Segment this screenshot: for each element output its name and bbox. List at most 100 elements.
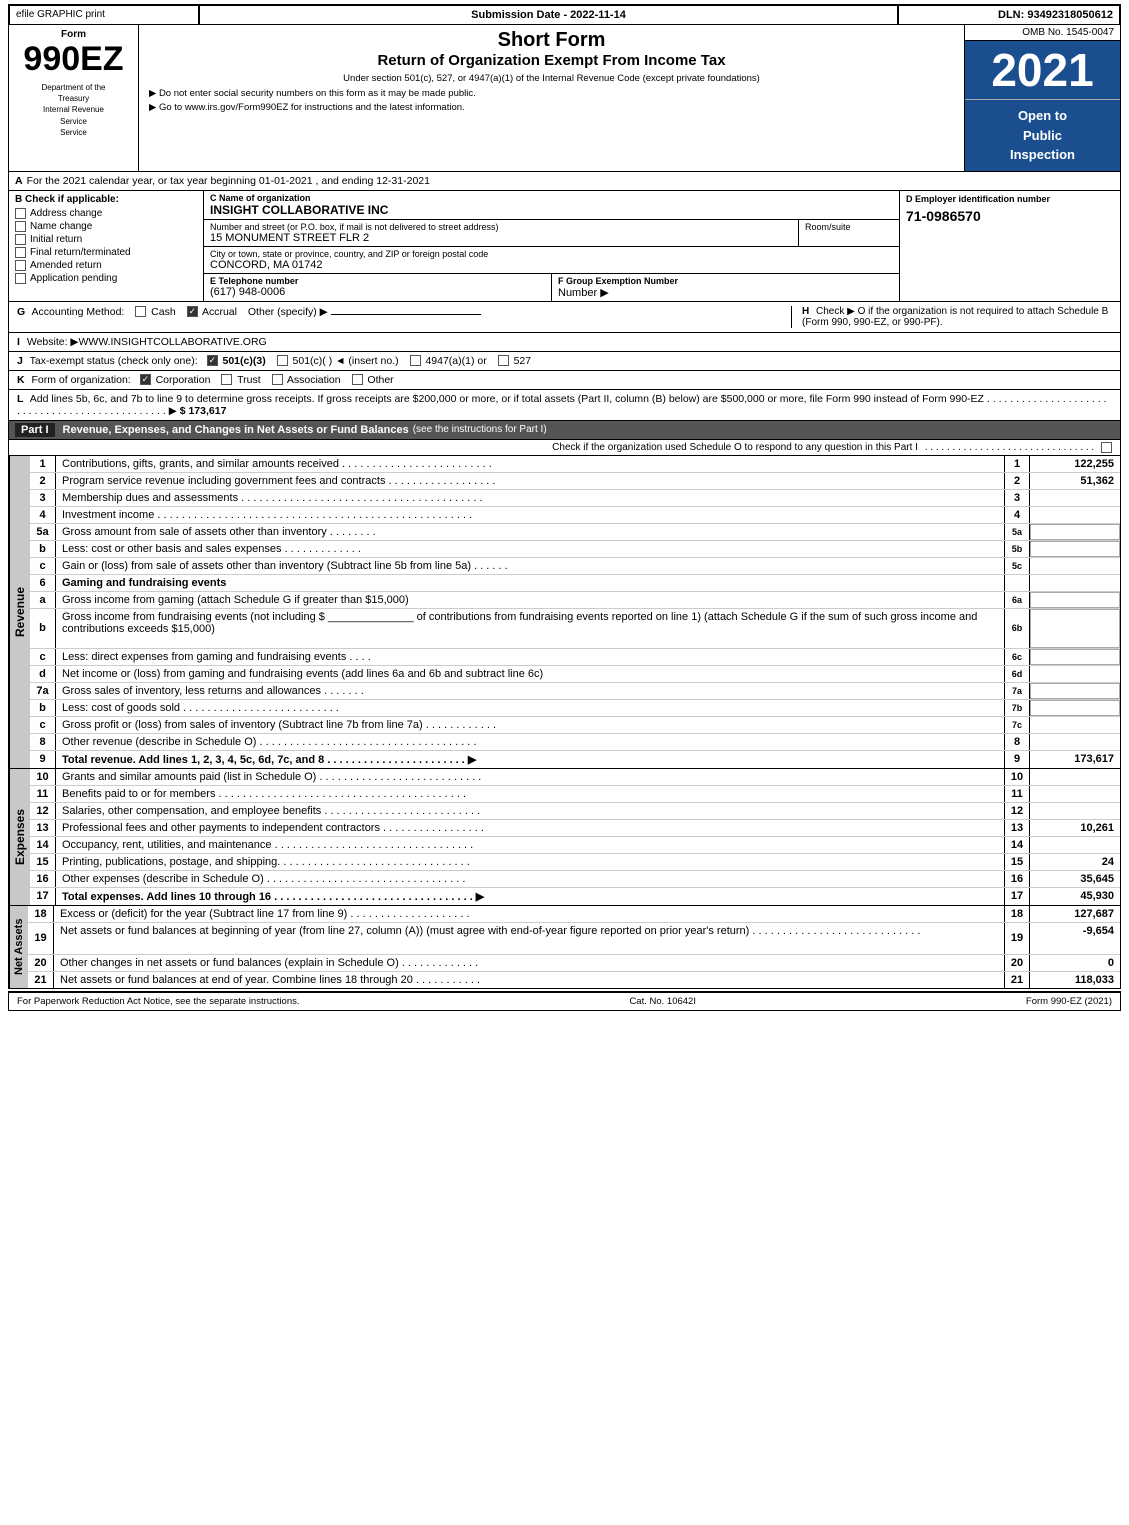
check-initial-return: Initial return <box>15 234 197 245</box>
line-21-linenum: 21 <box>1004 972 1030 988</box>
check-initial-return-box[interactable] <box>15 234 26 245</box>
line-9-label: Total revenue. Add lines 1, 2, 3, 4, 5c,… <box>56 751 1004 768</box>
line-3-amount <box>1030 490 1120 506</box>
revenue-row-5a: 5a Gross amount from sale of assets othe… <box>30 524 1120 541</box>
form-label: Form <box>61 29 86 40</box>
line-6c-label: Less: direct expenses from gaming and fu… <box>56 649 1004 665</box>
net-row-18: 18 Excess or (deficit) for the year (Sub… <box>28 906 1120 923</box>
k-other: Other <box>352 374 394 386</box>
line-12-linenum: 12 <box>1004 803 1030 819</box>
j-501c3-option: ✓ 501(c)(3) <box>207 355 269 367</box>
line-6-label: Gaming and fundraising events <box>56 575 1004 591</box>
line-6b-label: Gross income from fundraising events (no… <box>56 609 1004 648</box>
other-option: Other (specify) ▶ <box>248 306 328 318</box>
line-6-linenum <box>1004 575 1030 591</box>
line-11-linenum: 11 <box>1004 786 1030 802</box>
line-6b-sublabel: 6b <box>1004 609 1030 648</box>
section-k-text: Form of organization: <box>32 374 131 386</box>
accrual-checkbox[interactable]: ✓ <box>187 306 198 317</box>
omb-number: OMB No. 1545-0047 <box>965 25 1120 41</box>
line-7c-linenum: 7c <box>1004 717 1030 733</box>
line-6c-sublabel: 6c <box>1004 649 1030 665</box>
revenue-rows: 1 Contributions, gifts, grants, and simi… <box>30 456 1120 768</box>
section-b-label: B Check if applicable: <box>15 194 197 205</box>
form-instruction2: ▶ Do not enter social security numbers o… <box>149 88 954 99</box>
section-e: E Telephone number (617) 948-0006 <box>204 274 552 301</box>
line-16-label: Other expenses (describe in Schedule O) … <box>56 871 1004 887</box>
line-12-num: 12 <box>30 803 56 819</box>
line-7a-num: 7a <box>30 683 56 699</box>
open-to-public: Open toPublicInspection <box>965 99 1120 171</box>
footer-left: For Paperwork Reduction Act Notice, see … <box>17 996 300 1007</box>
revenue-row-6d: d Net income or (loss) from gaming and f… <box>30 666 1120 683</box>
line-11-label: Benefits paid to or for members . . . . … <box>56 786 1004 802</box>
k-corporation: ✓ Corporation <box>140 374 214 386</box>
section-c-address-row: Number and street (or P.O. box, if mail … <box>204 220 899 247</box>
check-final-return-label: Final return/terminated <box>30 247 131 258</box>
check-amended-return-box[interactable] <box>15 260 26 271</box>
line-17-label: Total expenses. Add lines 10 through 16 … <box>56 888 1004 905</box>
line-6b-num: b <box>30 609 56 648</box>
line-12-amount <box>1030 803 1120 819</box>
revenue-row-9: 9 Total revenue. Add lines 1, 2, 3, 4, 5… <box>30 751 1120 768</box>
line-19-num: 19 <box>28 923 54 954</box>
revenue-row-6a: a Gross income from gaming (attach Sched… <box>30 592 1120 609</box>
line-6a-num: a <box>30 592 56 608</box>
line-7b-label: Less: cost of goods sold . . . . . . . .… <box>56 700 1004 716</box>
line-13-label: Professional fees and other payments to … <box>56 820 1004 836</box>
k-trust: Trust <box>221 374 263 386</box>
top-header: efile GRAPHIC print Submission Date - 20… <box>8 4 1121 25</box>
line-6c-amount <box>1030 649 1120 665</box>
revenue-row-8: 8 Other revenue (describe in Schedule O)… <box>30 734 1120 751</box>
line-7b-amount <box>1030 700 1120 716</box>
line-6b-amount <box>1030 609 1120 648</box>
line-5b-num: b <box>30 541 56 557</box>
check-name-change: Name change <box>15 221 197 232</box>
cash-checkbox[interactable] <box>135 306 146 317</box>
check-address-change: Address change <box>15 208 197 219</box>
form-title-section: Short Form Return of Organization Exempt… <box>139 25 965 171</box>
line-4-label: Investment income . . . . . . . . . . . … <box>56 507 1004 523</box>
line-5a-sublabel: 5a <box>1004 524 1030 540</box>
line-18-num: 18 <box>28 906 54 922</box>
form-right-panel: OMB No. 1545-0047 2021 Open toPublicInsp… <box>965 25 1120 171</box>
footer-right: Form 990-EZ (2021) <box>1026 996 1112 1007</box>
line-17-linenum: 17 <box>1004 888 1030 905</box>
line-20-label: Other changes in net assets or fund bala… <box>54 955 1004 971</box>
line-15-linenum: 15 <box>1004 854 1030 870</box>
revenue-section: Revenue 1 Contributions, gifts, grants, … <box>8 456 1121 769</box>
check-name-change-label: Name change <box>30 221 92 232</box>
line-7c-amount <box>1030 717 1120 733</box>
line-6d-label: Net income or (loss) from gaming and fun… <box>56 666 1004 682</box>
check-application-pending-box[interactable] <box>15 273 26 284</box>
line-1-linenum: 1 <box>1004 456 1030 472</box>
net-assets-side-label: Net Assets <box>9 906 28 988</box>
expense-row-11: 11 Benefits paid to or for members . . .… <box>30 786 1120 803</box>
page: efile GRAPHIC print Submission Date - 20… <box>0 0 1129 1015</box>
section-j-text: Tax-exempt status (check only one): <box>30 355 198 367</box>
revenue-row-4: 4 Investment income . . . . . . . . . . … <box>30 507 1120 524</box>
j-4947-option: 4947(a)(1) or <box>410 355 490 367</box>
section-i-text: Website: ▶WWW.INSIGHTCOLLABORATIVE.ORG <box>27 336 267 348</box>
check-name-change-box[interactable] <box>15 221 26 232</box>
line-7b-num: b <box>30 700 56 716</box>
line-17-num: 17 <box>30 888 56 905</box>
dept-info: Department of the Treasury Internal Reve… <box>41 82 105 138</box>
section-c-name: C Name of organization INSIGHT COLLABORA… <box>204 191 899 220</box>
section-h: H Check ▶ O if the organization is not r… <box>792 306 1112 328</box>
line-14-linenum: 14 <box>1004 837 1030 853</box>
section-b: B Check if applicable: Address change Na… <box>9 191 204 301</box>
check-address-change-box[interactable] <box>15 208 26 219</box>
line-3-label: Membership dues and assessments . . . . … <box>56 490 1004 506</box>
line-13-num: 13 <box>30 820 56 836</box>
form-number-section: Form 990EZ Department of the Treasury In… <box>9 25 139 171</box>
line-6a-amount <box>1030 592 1120 608</box>
check-final-return-box[interactable] <box>15 247 26 258</box>
line-4-linenum: 4 <box>1004 507 1030 523</box>
revenue-row-7c: c Gross profit or (loss) from sales of i… <box>30 717 1120 734</box>
revenue-row-6b: b Gross income from fundraising events (… <box>30 609 1120 649</box>
line-5a-num: 5a <box>30 524 56 540</box>
line-8-num: 8 <box>30 734 56 750</box>
expense-row-10: 10 Grants and similar amounts paid (list… <box>30 769 1120 786</box>
line-6c-num: c <box>30 649 56 665</box>
